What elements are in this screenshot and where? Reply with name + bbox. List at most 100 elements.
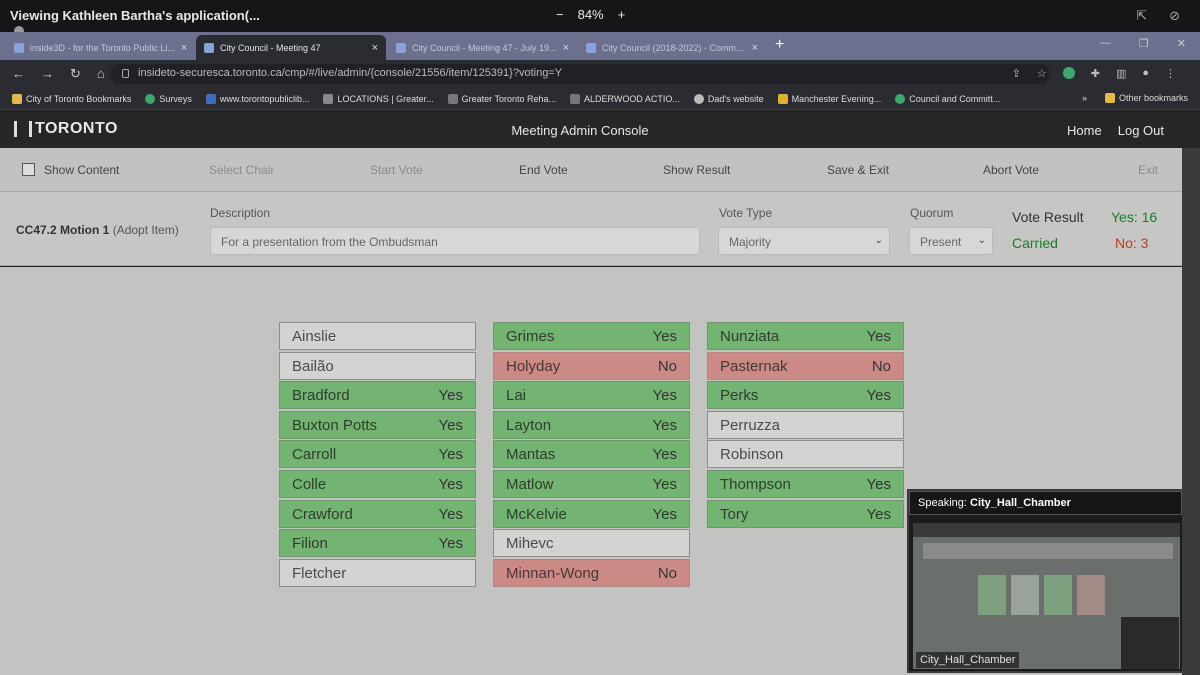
url-field[interactable]: insideto-securesca.toronto.ca/cmp/#/live… bbox=[110, 64, 1050, 84]
bookmark-item[interactable]: www.torontopubliclib... bbox=[205, 93, 309, 104]
close-icon[interactable]: × bbox=[752, 42, 758, 54]
extension-icon[interactable] bbox=[1062, 67, 1075, 79]
scrollbar[interactable] bbox=[1182, 148, 1200, 675]
vote-value: Yes bbox=[438, 416, 463, 434]
councillor-vote-row[interactable]: Pasternak No bbox=[707, 351, 904, 380]
description-field[interactable]: For a presentation from the Ombudsman bbox=[210, 227, 700, 255]
tab-city-council-meeting-47[interactable]: City Council - Meeting 47 × bbox=[196, 35, 386, 60]
councillor-vote-row[interactable]: Minnan-Wong No bbox=[493, 558, 690, 587]
vote-value: No bbox=[871, 357, 891, 375]
bookmark-item[interactable]: Manchester Evening... bbox=[777, 93, 881, 104]
quorum-label: Quorum bbox=[910, 206, 954, 220]
back-icon[interactable]: ← bbox=[12, 66, 25, 82]
vote-value: Yes bbox=[652, 416, 677, 434]
councillor-vote-row[interactable]: Matlow Yes bbox=[493, 469, 690, 498]
bookmark-item[interactable]: ALDERWOOD ACTIO... bbox=[570, 93, 680, 104]
councillor-name: Pasternak bbox=[720, 357, 788, 375]
zoom-in-button[interactable]: + bbox=[618, 7, 626, 22]
vote-column-2: Grimes Yes Holyday No Lai Yes Layton Yes Mantas Y… bbox=[493, 322, 690, 588]
more-bookmarks-icon[interactable]: » bbox=[1082, 93, 1087, 103]
minimize-icon[interactable]: — bbox=[1100, 37, 1111, 50]
other-bookmarks[interactable]: Other bookmarks bbox=[1119, 93, 1188, 103]
speaker-screen-preview bbox=[913, 523, 1180, 669]
councillor-vote-row[interactable]: Perruzza bbox=[707, 410, 904, 439]
councillor-vote-row[interactable]: Layton Yes bbox=[493, 410, 690, 439]
abort-vote-button[interactable]: Abort Vote bbox=[983, 163, 1039, 177]
councillor-name: Nunziata bbox=[720, 328, 780, 345]
menu-icon[interactable]: ⋮ bbox=[1165, 67, 1176, 80]
bookmark-item[interactable]: Greater Toronto Reha... bbox=[447, 93, 556, 104]
councillor-vote-row[interactable]: Nunziata Yes bbox=[707, 322, 904, 350]
councillor-name: Buxton Potts bbox=[292, 416, 378, 434]
zoom-out-button[interactable]: − bbox=[556, 7, 564, 22]
sidebar-icon[interactable]: ▥ bbox=[1116, 67, 1126, 80]
close-icon[interactable]: × bbox=[372, 42, 378, 54]
vote-value: Yes bbox=[866, 328, 891, 345]
councillor-vote-row[interactable]: Thompson Yes bbox=[707, 469, 904, 498]
bookmark-item[interactable]: City of Toronto Bookmarks bbox=[12, 93, 131, 104]
new-tab-button[interactable]: + bbox=[775, 36, 784, 54]
profile-icon[interactable]: ● bbox=[1142, 67, 1149, 80]
councillor-vote-row[interactable]: Lai Yes bbox=[493, 381, 690, 410]
logout-link[interactable]: Log Out bbox=[1118, 123, 1164, 138]
vote-type-select[interactable]: Majority ⌄ bbox=[718, 227, 890, 255]
speaker-video[interactable]: Speaking: City_Hall_Chamber City_Hall_Ch… bbox=[907, 489, 1184, 673]
home-icon[interactable]: ⌂ bbox=[97, 66, 105, 82]
councillor-vote-row[interactable]: Bradford Yes bbox=[279, 381, 476, 410]
start-vote-button[interactable]: Start Vote bbox=[370, 163, 423, 177]
yes-count: Yes: 16 bbox=[1111, 209, 1158, 225]
forward-icon[interactable]: → bbox=[41, 66, 54, 82]
stop-share-icon[interactable]: ⊘ bbox=[1169, 8, 1180, 24]
councillor-vote-row[interactable]: Grimes Yes bbox=[493, 322, 690, 350]
bookmark-item[interactable]: Surveys bbox=[145, 93, 192, 104]
puzzle-icon[interactable]: ✚ bbox=[1091, 67, 1100, 80]
councillor-vote-row[interactable]: Robinson bbox=[707, 440, 904, 469]
home-link[interactable]: Home bbox=[1067, 123, 1102, 138]
councillor-vote-row[interactable]: Buxton Potts Yes bbox=[279, 410, 476, 439]
bookmark-item[interactable]: LOCATIONS | Greater... bbox=[323, 93, 434, 104]
restore-icon[interactable]: ❐ bbox=[1139, 37, 1149, 50]
exit-button[interactable]: Exit bbox=[1138, 163, 1158, 177]
councillor-vote-row[interactable]: Tory Yes bbox=[707, 499, 904, 528]
councillor-vote-row[interactable]: Holyday No bbox=[493, 351, 690, 380]
save-exit-button[interactable]: Save & Exit bbox=[827, 163, 889, 177]
councillor-vote-row[interactable]: Bailão bbox=[279, 351, 476, 380]
pop-out-icon[interactable]: ⇱ bbox=[1136, 8, 1147, 24]
close-icon[interactable]: × bbox=[563, 42, 569, 54]
bookmark-item[interactable]: Council and Committ... bbox=[895, 93, 1000, 104]
quorum-select[interactable]: Present ⌄ bbox=[909, 227, 993, 255]
councillor-vote-row[interactable]: Ainslie bbox=[279, 322, 476, 350]
councillor-name: Carroll bbox=[292, 446, 337, 464]
vote-column-3: Nunziata Yes Pasternak No Perks Yes Perruzza Ro… bbox=[707, 322, 904, 529]
councillor-vote-row[interactable]: Fletcher bbox=[279, 558, 476, 587]
bookmark-item[interactable]: Dad's website bbox=[693, 93, 764, 104]
show-content-label[interactable]: Show Content bbox=[44, 163, 119, 177]
tab-city-council-2018[interactable]: City Council (2018-2022) - Comm... × bbox=[578, 35, 766, 60]
star-icon[interactable]: ☆ bbox=[1037, 67, 1047, 80]
councillor-vote-row[interactable]: McKelvie Yes bbox=[493, 499, 690, 528]
chevron-down-icon: ⌄ bbox=[874, 235, 883, 246]
select-chair-button[interactable]: Select Chair bbox=[209, 163, 274, 177]
tab-inside3d[interactable]: inside3D - for the Toronto Public Li... … bbox=[6, 35, 194, 60]
page-icon bbox=[570, 93, 581, 104]
councillor-name: Ainslie bbox=[292, 328, 337, 345]
councillor-vote-row[interactable]: Perks Yes bbox=[707, 381, 904, 410]
close-icon[interactable]: × bbox=[181, 42, 187, 54]
councillor-vote-row[interactable]: Carroll Yes bbox=[279, 440, 476, 469]
councillor-vote-row[interactable]: Filion Yes bbox=[279, 529, 476, 558]
speaker-label: City_Hall_Chamber bbox=[916, 652, 1020, 668]
reload-icon[interactable]: ↻ bbox=[70, 66, 81, 82]
end-vote-button[interactable]: End Vote bbox=[519, 163, 568, 177]
councillor-name: Perruzza bbox=[720, 416, 781, 434]
close-window-icon[interactable]: ✕ bbox=[1177, 37, 1186, 50]
councillor-name: Grimes bbox=[506, 328, 555, 345]
tab-city-council-july[interactable]: City Council - Meeting 47 - July 19... × bbox=[388, 35, 576, 60]
share-icon[interactable]: ⇪ bbox=[1012, 67, 1021, 80]
show-content-checkbox[interactable] bbox=[22, 163, 35, 176]
councillor-vote-row[interactable]: Colle Yes bbox=[279, 469, 476, 498]
show-result-button[interactable]: Show Result bbox=[663, 163, 730, 177]
councillor-vote-row[interactable]: Mantas Yes bbox=[493, 440, 690, 469]
councillor-vote-row[interactable]: Mihevc bbox=[493, 529, 690, 558]
councillor-vote-row[interactable]: Crawford Yes bbox=[279, 499, 476, 528]
vote-value: Yes bbox=[866, 505, 891, 523]
